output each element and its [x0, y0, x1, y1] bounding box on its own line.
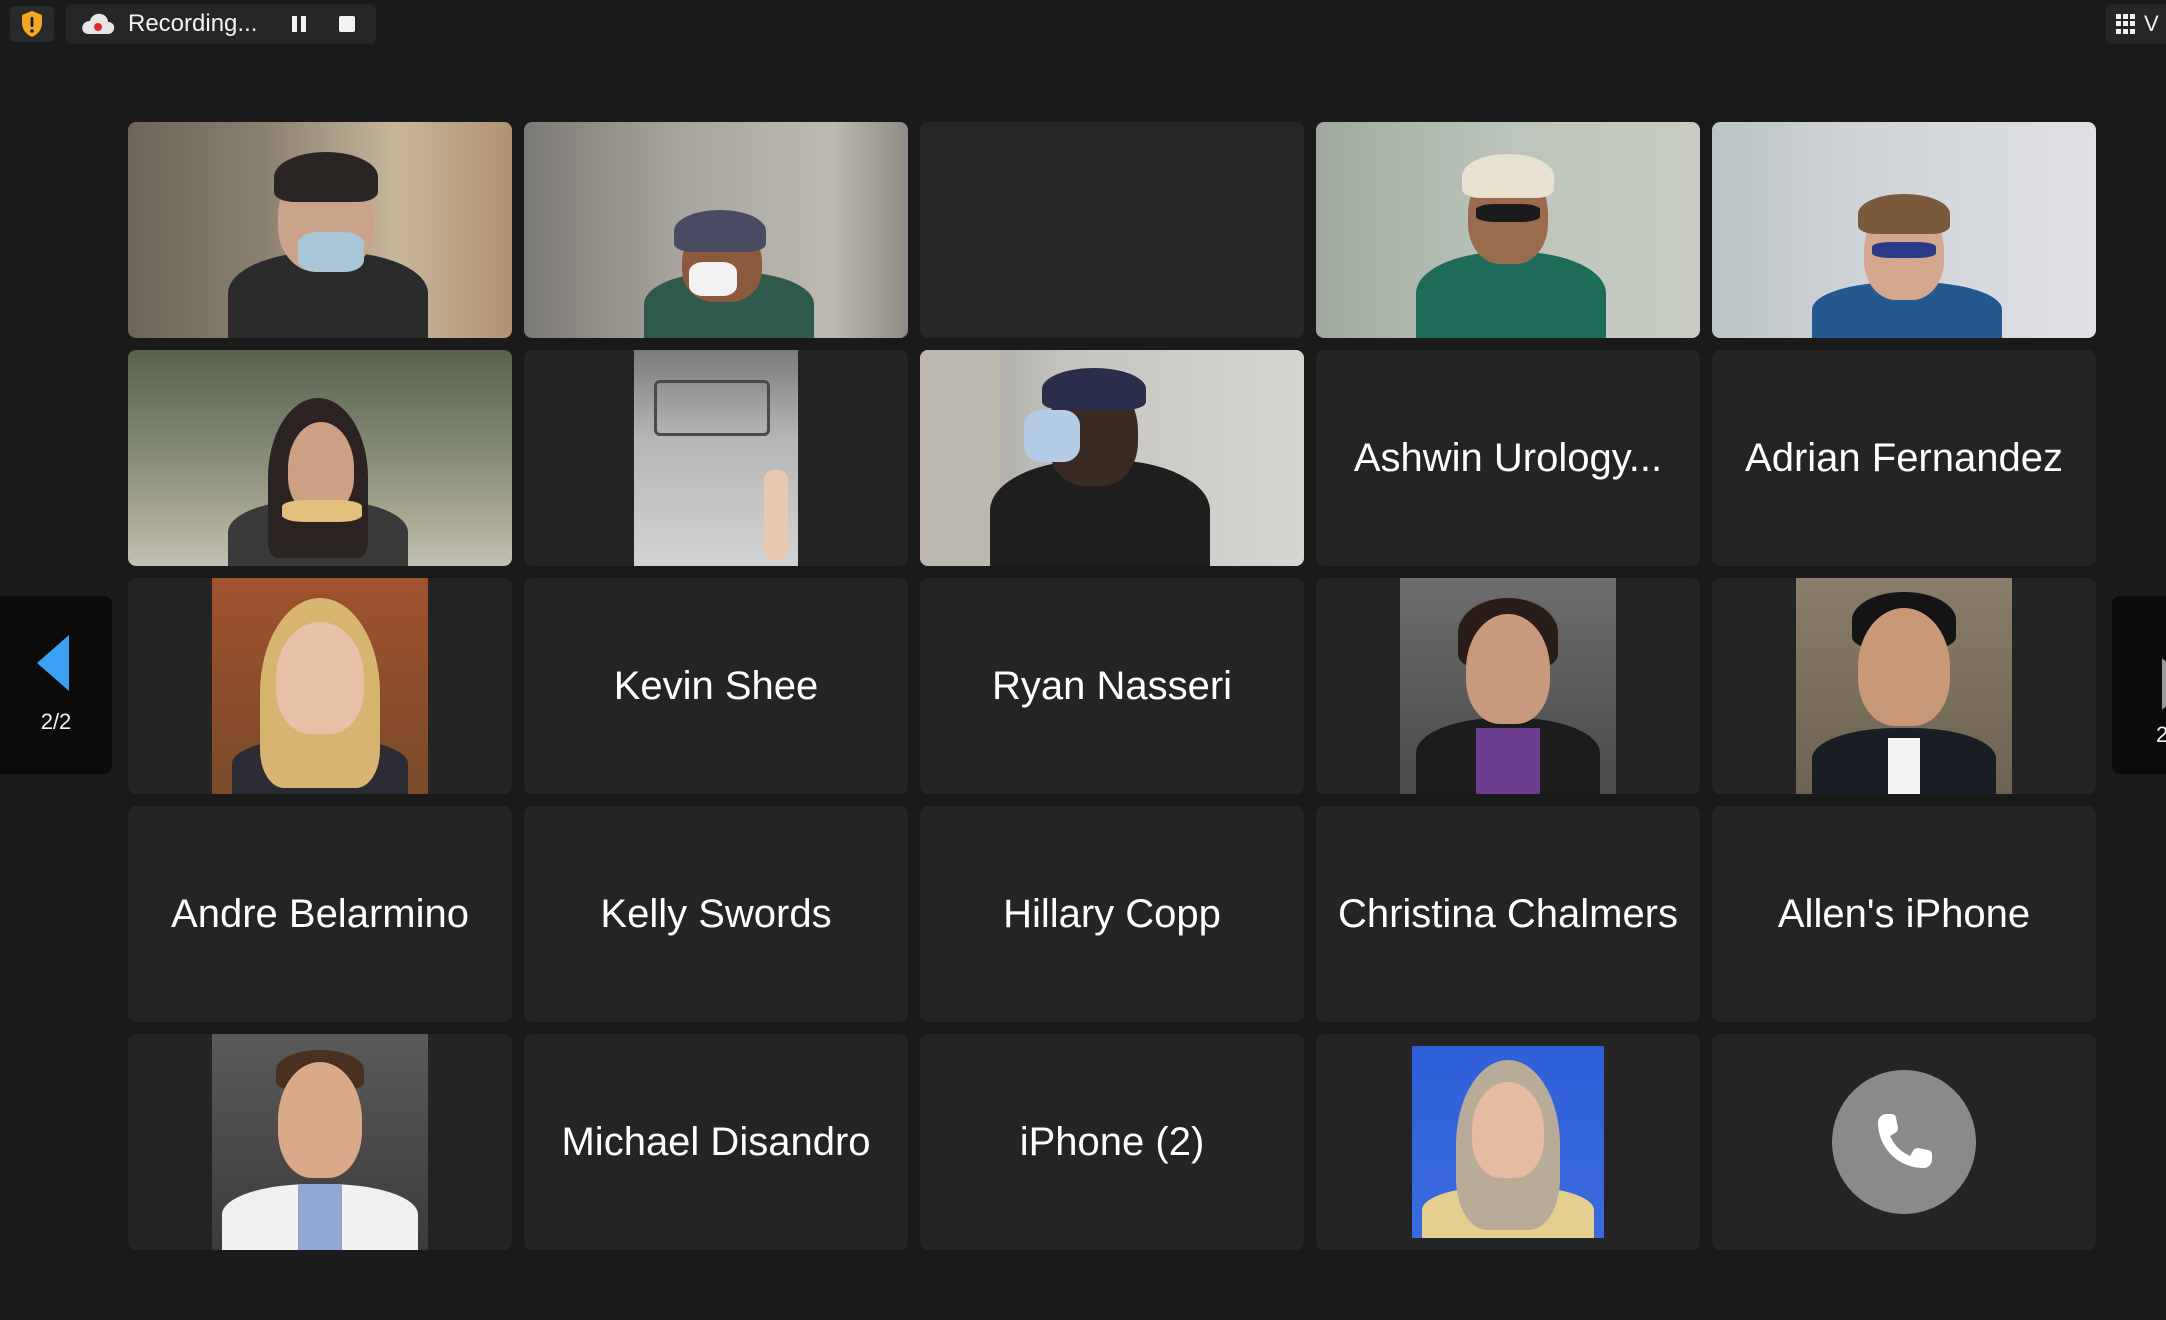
participant-name: Hillary Copp	[1003, 891, 1221, 936]
profile-photo	[212, 578, 428, 794]
video-feed	[1316, 122, 1700, 338]
arrow-right-icon	[2162, 658, 2166, 710]
participant-phone-tile[interactable]	[1712, 1034, 2096, 1250]
view-button[interactable]: V	[2106, 4, 2166, 44]
participant-name: Michael Disandro	[561, 1119, 871, 1164]
participant-photo-tile[interactable]	[1316, 578, 1700, 794]
cloud-recording-icon	[80, 12, 116, 36]
participant-video-tile[interactable]	[128, 350, 512, 566]
participant-name: Kevin Shee	[613, 663, 819, 708]
participant-name: Christina Chalmers	[1337, 891, 1679, 936]
participant-name: Allen's iPhone	[1777, 891, 2031, 936]
phone-icon	[1878, 1114, 1932, 1168]
participant-name-tile[interactable]: Hillary Copp	[920, 806, 1304, 1022]
participant-empty-tile[interactable]	[920, 122, 1304, 338]
video-feed	[128, 122, 512, 338]
participant-name: Kelly Swords	[600, 891, 832, 936]
participant-name: Ashwin Urology...	[1353, 435, 1663, 480]
participant-video-tile[interactable]	[920, 350, 1304, 566]
gallery-grid: Ashwin Urology... Adrian Fernandez Kevin…	[128, 122, 2096, 1250]
profile-photo	[1796, 578, 2012, 794]
video-feed	[128, 350, 512, 566]
participant-video-tile[interactable]	[1316, 122, 1700, 338]
participant-name-tile[interactable]: Michael Disandro	[524, 1034, 908, 1250]
arrow-left-icon	[37, 635, 69, 691]
participant-video-tile[interactable]	[1712, 122, 2096, 338]
profile-photo	[212, 1034, 428, 1250]
participant-name-tile[interactable]: Ryan Nasseri	[920, 578, 1304, 794]
participant-video-tile[interactable]	[128, 122, 512, 338]
recording-bar: Recording...	[66, 4, 376, 44]
participant-name-tile[interactable]: iPhone (2)	[920, 1034, 1304, 1250]
participant-name: Ryan Nasseri	[991, 663, 1233, 708]
participant-photo-tile[interactable]	[1316, 1034, 1700, 1250]
view-button-label: V	[2144, 11, 2159, 36]
participant-video-tile[interactable]	[524, 350, 908, 566]
stop-recording-button[interactable]	[339, 16, 356, 32]
participant-photo-tile[interactable]	[128, 1034, 512, 1250]
participant-name: Andre Belarmino	[171, 891, 469, 936]
video-feed	[634, 350, 798, 566]
participant-name-tile[interactable]: Andre Belarmino	[128, 806, 512, 1022]
page-indicator: 2/2	[40, 709, 72, 734]
profile-photo	[1412, 1046, 1604, 1238]
participant-photo-tile[interactable]	[1712, 578, 2096, 794]
participant-name-tile[interactable]: Kelly Swords	[524, 806, 908, 1022]
recording-label: Recording...	[128, 10, 258, 37]
previous-page-button[interactable]: 2/2	[0, 596, 112, 774]
video-feed	[920, 350, 1304, 566]
video-feed	[1712, 122, 2096, 338]
pause-recording-button[interactable]	[291, 16, 307, 32]
participant-name: iPhone (2)	[1019, 1119, 1205, 1164]
participant-name-tile[interactable]: Ashwin Urology...	[1316, 350, 1700, 566]
participant-video-tile[interactable]	[524, 122, 908, 338]
page-indicator-right: 2	[2156, 722, 2166, 747]
zoom-meeting-window: Recording... V 2/2 2 Ashwin Urology... A…	[0, 0, 2166, 1320]
profile-photo	[1400, 578, 1616, 794]
participant-photo-tile[interactable]	[128, 578, 512, 794]
shield-icon	[22, 11, 42, 37]
participant-name-tile[interactable]: Kevin Shee	[524, 578, 908, 794]
participant-name-tile[interactable]: Allen's iPhone	[1712, 806, 2096, 1022]
next-page-button[interactable]: 2	[2112, 596, 2166, 774]
participant-name-tile[interactable]: Christina Chalmers	[1316, 806, 1700, 1022]
participant-name: Adrian Fernandez	[1745, 435, 2063, 480]
phone-avatar	[1832, 1070, 1976, 1214]
participant-name-tile[interactable]: Adrian Fernandez	[1712, 350, 2096, 566]
grid-view-icon	[2116, 14, 2136, 34]
security-shield-button[interactable]	[10, 6, 54, 42]
video-feed	[524, 122, 908, 338]
